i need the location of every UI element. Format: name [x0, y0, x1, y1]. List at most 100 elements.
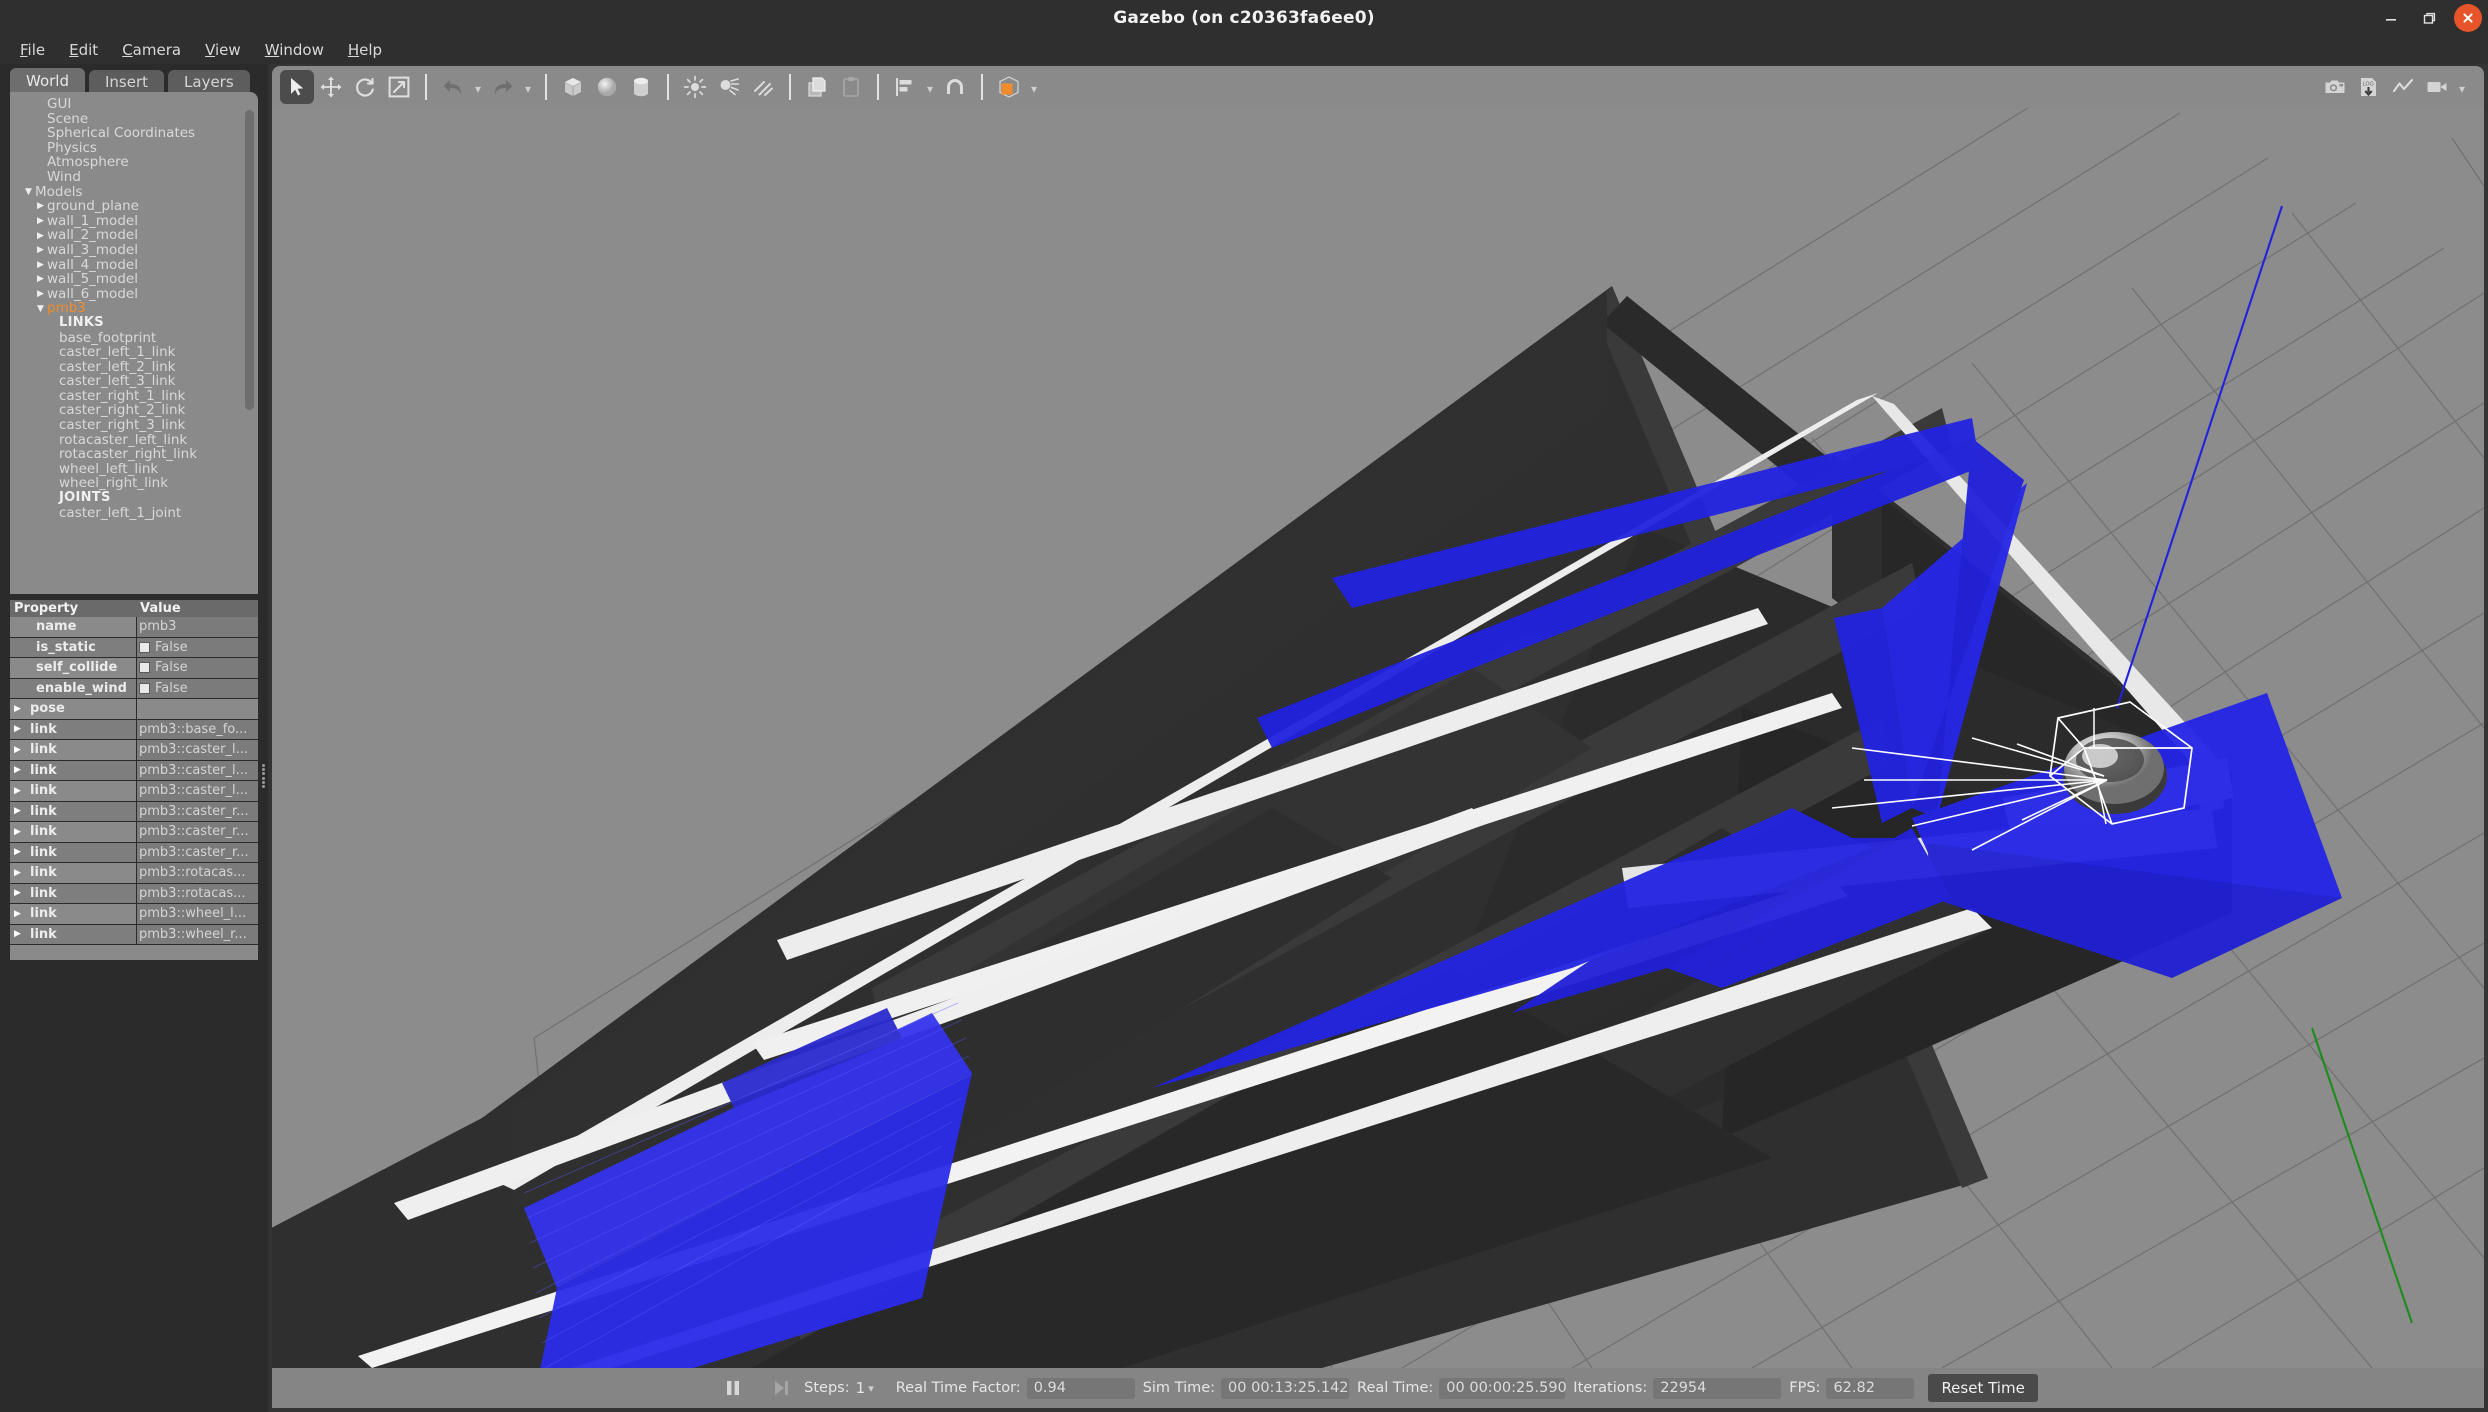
plot-icon[interactable]: [2386, 70, 2420, 104]
redo-icon[interactable]: [486, 70, 520, 104]
tree-item[interactable]: LINKS: [10, 315, 242, 331]
menu-window[interactable]: Window: [253, 38, 336, 62]
chevron-right-icon[interactable]: ▶: [14, 704, 26, 714]
chevron-right-icon[interactable]: [34, 260, 47, 270]
property-value[interactable]: pmb3: [136, 617, 258, 637]
tree-item[interactable]: Physics: [10, 141, 242, 156]
menu-help[interactable]: Help: [336, 38, 394, 62]
tab-layers[interactable]: Layers: [168, 70, 250, 94]
chevron-right-icon[interactable]: [34, 231, 47, 241]
property-value[interactable]: pmb3::caster_l...: [136, 740, 258, 760]
property-value[interactable]: False: [136, 637, 258, 657]
tree-item[interactable]: caster_left_1_link: [10, 345, 242, 360]
tree-item[interactable]: wall_4_model: [10, 257, 242, 273]
property-value[interactable]: False: [136, 658, 258, 678]
menu-edit[interactable]: Edit: [57, 38, 110, 62]
tree-item[interactable]: caster_left_2_link: [10, 360, 242, 375]
property-row[interactable]: enable_wind False: [10, 678, 258, 699]
property-value[interactable]: pmb3::caster_l...: [136, 781, 258, 801]
chevron-right-icon[interactable]: ▶: [14, 909, 26, 919]
chevron-right-icon[interactable]: [34, 289, 47, 299]
pause-icon[interactable]: [718, 1373, 748, 1403]
maximize-button[interactable]: [2410, 0, 2448, 36]
tree-item[interactable]: Wind: [10, 170, 242, 185]
checkbox-unchecked-icon[interactable]: [139, 641, 150, 653]
tree-item[interactable]: rotacaster_left_link: [10, 433, 242, 448]
tree-item[interactable]: base_footprint: [10, 330, 242, 346]
property-row[interactable]: ▶ link pmb3::caster_r...: [10, 822, 258, 843]
tree-item[interactable]: caster_left_1_joint: [10, 506, 242, 521]
chevron-down-icon[interactable]: [22, 187, 35, 197]
checkbox-unchecked-icon[interactable]: [139, 682, 150, 694]
property-value[interactable]: pmb3::caster_l...: [136, 760, 258, 780]
video-options-caret[interactable]: [2454, 70, 2470, 104]
tree-item[interactable]: wall_3_model: [10, 243, 242, 258]
menu-view[interactable]: View: [193, 38, 253, 62]
property-value[interactable]: pmb3::caster_r...: [136, 822, 258, 842]
tree-item[interactable]: rotacaster_right_link: [10, 447, 242, 462]
chevron-down-icon[interactable]: [34, 304, 47, 314]
spot-light-icon[interactable]: [712, 70, 746, 104]
property-row[interactable]: ▶ link pmb3::base_fo...: [10, 719, 258, 740]
chevron-right-icon[interactable]: ▶: [14, 929, 26, 939]
property-row[interactable]: self_collide False: [10, 658, 258, 679]
tree-item[interactable]: GUI: [10, 97, 242, 112]
tree-item[interactable]: wall_6_model: [10, 287, 242, 302]
tree-item[interactable]: wall_2_model: [10, 228, 242, 243]
tree-item[interactable]: wheel_left_link: [10, 462, 242, 477]
view-angle-caret[interactable]: [1026, 70, 1042, 104]
tree-item[interactable]: caster_left_3_link: [10, 374, 242, 389]
tree-scrollbar[interactable]: [245, 110, 254, 410]
steps-caret-icon[interactable]: ▾: [868, 1382, 874, 1395]
undo-icon[interactable]: [436, 70, 470, 104]
property-row[interactable]: ▶ link pmb3::wheel_l...: [10, 904, 258, 925]
tree-item[interactable]: Spherical Coordinates: [10, 126, 242, 141]
screenshot-camera-icon[interactable]: [2318, 70, 2352, 104]
property-value[interactable]: pmb3::wheel_r...: [136, 924, 258, 944]
translate-icon[interactable]: [314, 70, 348, 104]
tree-item[interactable]: wheel_right_link: [10, 476, 242, 491]
view-angle-cube-icon[interactable]: [992, 70, 1026, 104]
property-value[interactable]: pmb3::caster_r...: [136, 842, 258, 862]
property-value[interactable]: False: [136, 678, 258, 698]
align-options-caret[interactable]: [922, 70, 938, 104]
menu-camera[interactable]: Camera: [110, 38, 193, 62]
property-row[interactable]: ▶ link pmb3::caster_l...: [10, 781, 258, 802]
step-forward-icon[interactable]: [766, 1373, 796, 1403]
box-icon[interactable]: [556, 70, 590, 104]
tree-item[interactable]: ground_plane: [10, 199, 242, 214]
property-row[interactable]: ▶ link pmb3::caster_r...: [10, 842, 258, 863]
tree-item[interactable]: Scene: [10, 111, 242, 127]
property-row[interactable]: is_static False: [10, 637, 258, 658]
property-row[interactable]: ▶ link pmb3::caster_r...: [10, 801, 258, 822]
world-tree[interactable]: GUI Scene Spherical Coordinates Physics Atmo…: [10, 92, 242, 594]
snap-magnet-icon[interactable]: [938, 70, 972, 104]
tree-item[interactable]: wall_5_model: [10, 272, 242, 287]
minimize-button[interactable]: [2372, 0, 2410, 36]
property-row[interactable]: ▶ link pmb3::wheel_r...: [10, 924, 258, 945]
chevron-right-icon[interactable]: ▶: [14, 868, 26, 878]
property-row[interactable]: ▶ link pmb3::rotacas...: [10, 863, 258, 884]
cylinder-icon[interactable]: [624, 70, 658, 104]
paste-icon[interactable]: [834, 70, 868, 104]
sphere-icon[interactable]: [590, 70, 624, 104]
chevron-right-icon[interactable]: [34, 201, 47, 211]
chevron-right-icon[interactable]: ▶: [14, 888, 26, 898]
video-record-icon[interactable]: [2420, 70, 2454, 104]
checkbox-unchecked-icon[interactable]: [139, 662, 150, 674]
chevron-right-icon[interactable]: [34, 274, 47, 284]
point-light-icon[interactable]: [678, 70, 712, 104]
tab-world[interactable]: World: [10, 68, 85, 94]
rotate-icon[interactable]: [348, 70, 382, 104]
select-arrow-icon[interactable]: [280, 70, 314, 104]
log-record-icon[interactable]: LOG: [2352, 70, 2386, 104]
property-row[interactable]: ▶ link pmb3::caster_l...: [10, 740, 258, 761]
property-row[interactable]: ▶ link pmb3::rotacas...: [10, 883, 258, 904]
chevron-right-icon[interactable]: [34, 245, 47, 255]
reset-time-button[interactable]: Reset Time: [1928, 1374, 2038, 1402]
tree-item[interactable]: caster_right_2_link: [10, 403, 242, 418]
menu-file[interactable]: File: [8, 38, 57, 62]
tree-item[interactable]: JOINTS: [10, 490, 242, 506]
chevron-right-icon[interactable]: ▶: [14, 724, 26, 734]
panel-resize-gripper[interactable]: [262, 764, 267, 788]
